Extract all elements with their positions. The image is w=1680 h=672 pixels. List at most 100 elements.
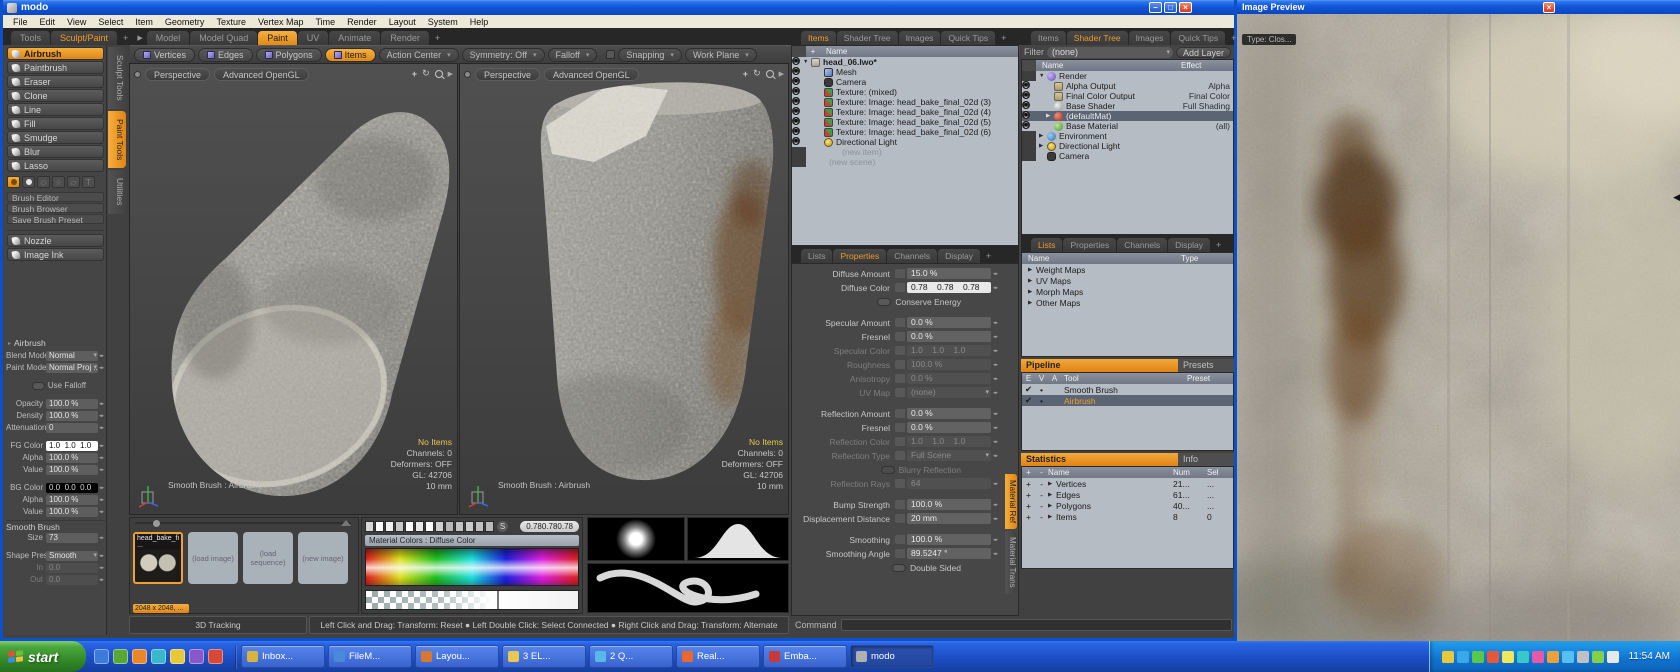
quick-launch-icon[interactable] (189, 649, 204, 664)
reset-button[interactable] (895, 283, 905, 292)
property-field[interactable]: Normal Proj ... (46, 363, 98, 373)
enable-check-icon[interactable]: ✔ (1022, 395, 1035, 406)
sidebar-vertical-tab[interactable]: Utilities (108, 170, 126, 213)
reset-button[interactable] (895, 514, 905, 523)
visibility-eye-icon[interactable] (1022, 71, 1036, 81)
spinner[interactable]: ◂▸ (991, 502, 1000, 508)
color-swatch[interactable] (465, 521, 474, 532)
reset-button[interactable] (895, 374, 905, 383)
tray-icon[interactable] (1442, 651, 1454, 663)
color-swatch[interactable] (455, 521, 464, 532)
camera-type-button[interactable]: Perspective (145, 68, 210, 81)
scene-item-row[interactable]: (new item) (792, 147, 1018, 157)
task-button[interactable]: modo (850, 645, 934, 668)
menu-item[interactable]: Time (309, 17, 341, 27)
tray-icon[interactable] (1607, 651, 1619, 663)
checkbox[interactable] (32, 382, 45, 390)
spinner[interactable]: ◂▸ (991, 271, 1000, 277)
property-field[interactable]: 15.0 % (907, 268, 991, 279)
image-preview-titlebar[interactable]: Image Preview × (1237, 0, 1680, 14)
menu-item[interactable]: Help (464, 17, 495, 27)
statistics-header[interactable]: Statistics (1021, 453, 1178, 466)
pan-icon[interactable]: + (412, 69, 417, 79)
sidebar-vertical-tab[interactable]: Sculpt Tools (108, 47, 126, 109)
property-field[interactable]: 100.0 % (46, 399, 98, 409)
extra-tool-button[interactable]: Image Ink (7, 248, 104, 261)
add-panel-tab-button[interactable]: + (1211, 238, 1226, 252)
checkbox[interactable] (892, 564, 906, 572)
property-field[interactable]: 1.0 1.0 1.0 (907, 345, 991, 356)
quick-launch-icon[interactable] (113, 649, 128, 664)
swatch-store-button[interactable]: S (497, 521, 508, 532)
viewport-left[interactable]: Perspective Advanced OpenGL + ↻ ▶ No Ite… (129, 63, 458, 515)
shader-tree-row[interactable]: ▼ Render (1022, 71, 1233, 81)
visibility-eye-icon[interactable] (792, 57, 800, 65)
visibility-eye-icon[interactable] (792, 117, 800, 125)
spinner[interactable]: ◂▸ (991, 453, 1000, 459)
filter-dropdown[interactable]: (none) (1047, 47, 1173, 58)
name-column-header[interactable]: Name (1048, 468, 1173, 477)
panel-tab[interactable]: Images (899, 31, 941, 45)
property-field[interactable]: Smooth (46, 551, 98, 561)
reset-button[interactable] (895, 535, 905, 544)
spinner[interactable]: ◂▸ (98, 365, 105, 371)
spinner[interactable]: ◂▸ (991, 320, 1000, 326)
scene-item-row[interactable]: ▼ head_06.lwo* (792, 57, 1018, 67)
visibility-eye-icon[interactable] (792, 77, 800, 85)
expand-arrow-icon[interactable]: ▶ (1048, 514, 1056, 520)
reset-button[interactable] (895, 479, 905, 488)
brush-tip-preview[interactable] (587, 517, 685, 561)
close-button[interactable]: × (1543, 2, 1555, 13)
property-field[interactable]: 0.0 0.0 0.0 (46, 483, 98, 493)
brush-falloff-curve[interactable] (687, 517, 789, 561)
material-vertical-tab[interactable]: Material Ref (1005, 474, 1017, 529)
type-column-header[interactable]: Type (1181, 254, 1233, 263)
zoom-icon[interactable] (435, 70, 443, 78)
property-field[interactable]: 20 mm (907, 513, 991, 524)
viewport-pin-icon[interactable] (464, 71, 471, 78)
taskbar-clock[interactable]: 11:54 AM (1628, 651, 1670, 662)
task-button[interactable]: Inbox... (241, 645, 325, 668)
brush-tip-circle-button[interactable] (22, 176, 35, 188)
zoom-icon[interactable] (766, 70, 774, 78)
property-field[interactable]: 1.0 1.0 1.0 (46, 441, 98, 451)
scene-item-row[interactable]: Texture: Image: head_bake_final_02d (4) (792, 107, 1018, 117)
command-input[interactable] (841, 619, 1232, 631)
visibility-eye-icon[interactable] (1022, 101, 1030, 109)
selection-mode-button[interactable]: Vertices (134, 48, 195, 62)
tray-icon[interactable] (1457, 651, 1469, 663)
shader-tree-row[interactable]: Camera (1022, 151, 1233, 161)
spinner[interactable]: ◂▸ (98, 509, 105, 515)
add-tab-button[interactable]: + (430, 31, 445, 45)
layer-effect[interactable]: Alpha (1208, 81, 1233, 91)
brush-tip-round-button[interactable] (7, 176, 20, 188)
property-field[interactable]: 100.0 % (907, 359, 991, 370)
task-button[interactable]: FileM... (328, 645, 412, 668)
expand-arrow-icon[interactable]: ▶ (1048, 492, 1056, 498)
spinner[interactable]: ◂▸ (98, 401, 105, 407)
visibility-eye-icon[interactable] (792, 67, 800, 75)
visibility-eye-icon[interactable] (792, 97, 800, 105)
value-alpha-strip[interactable] (365, 590, 579, 610)
paint-tool-button[interactable]: Clone (7, 89, 104, 102)
maximize-button[interactable]: □ (1164, 2, 1177, 13)
menu-item[interactable]: Render (341, 17, 383, 27)
tray-icon[interactable] (1472, 651, 1484, 663)
visibility-eye-icon[interactable] (1022, 141, 1036, 151)
viewport-menu-arrow-icon[interactable]: ▶ (779, 70, 784, 78)
statistics-row[interactable]: + - ▶Vertices 21... ... (1022, 478, 1233, 489)
visibility-eye-icon[interactable] (1022, 81, 1030, 89)
spinner[interactable]: ◂▸ (98, 467, 105, 473)
spinner[interactable]: ◂▸ (991, 411, 1000, 417)
spinner[interactable]: ◂▸ (991, 334, 1000, 340)
layout-tab[interactable]: Paint (258, 31, 297, 45)
spinner[interactable]: ◂▸ (991, 481, 1000, 487)
name-column-header[interactable]: Name (1022, 254, 1181, 263)
shader-tree-row[interactable]: ▶ (defaultMat) (1022, 111, 1233, 121)
paint-tool-button[interactable]: Fill (7, 117, 104, 130)
reset-button[interactable] (895, 451, 905, 460)
spinner[interactable]: ◂▸ (98, 425, 105, 431)
property-field[interactable]: (none) (907, 387, 991, 398)
select-add-button[interactable]: + (1022, 479, 1035, 489)
spinner[interactable]: ◂▸ (98, 553, 105, 559)
